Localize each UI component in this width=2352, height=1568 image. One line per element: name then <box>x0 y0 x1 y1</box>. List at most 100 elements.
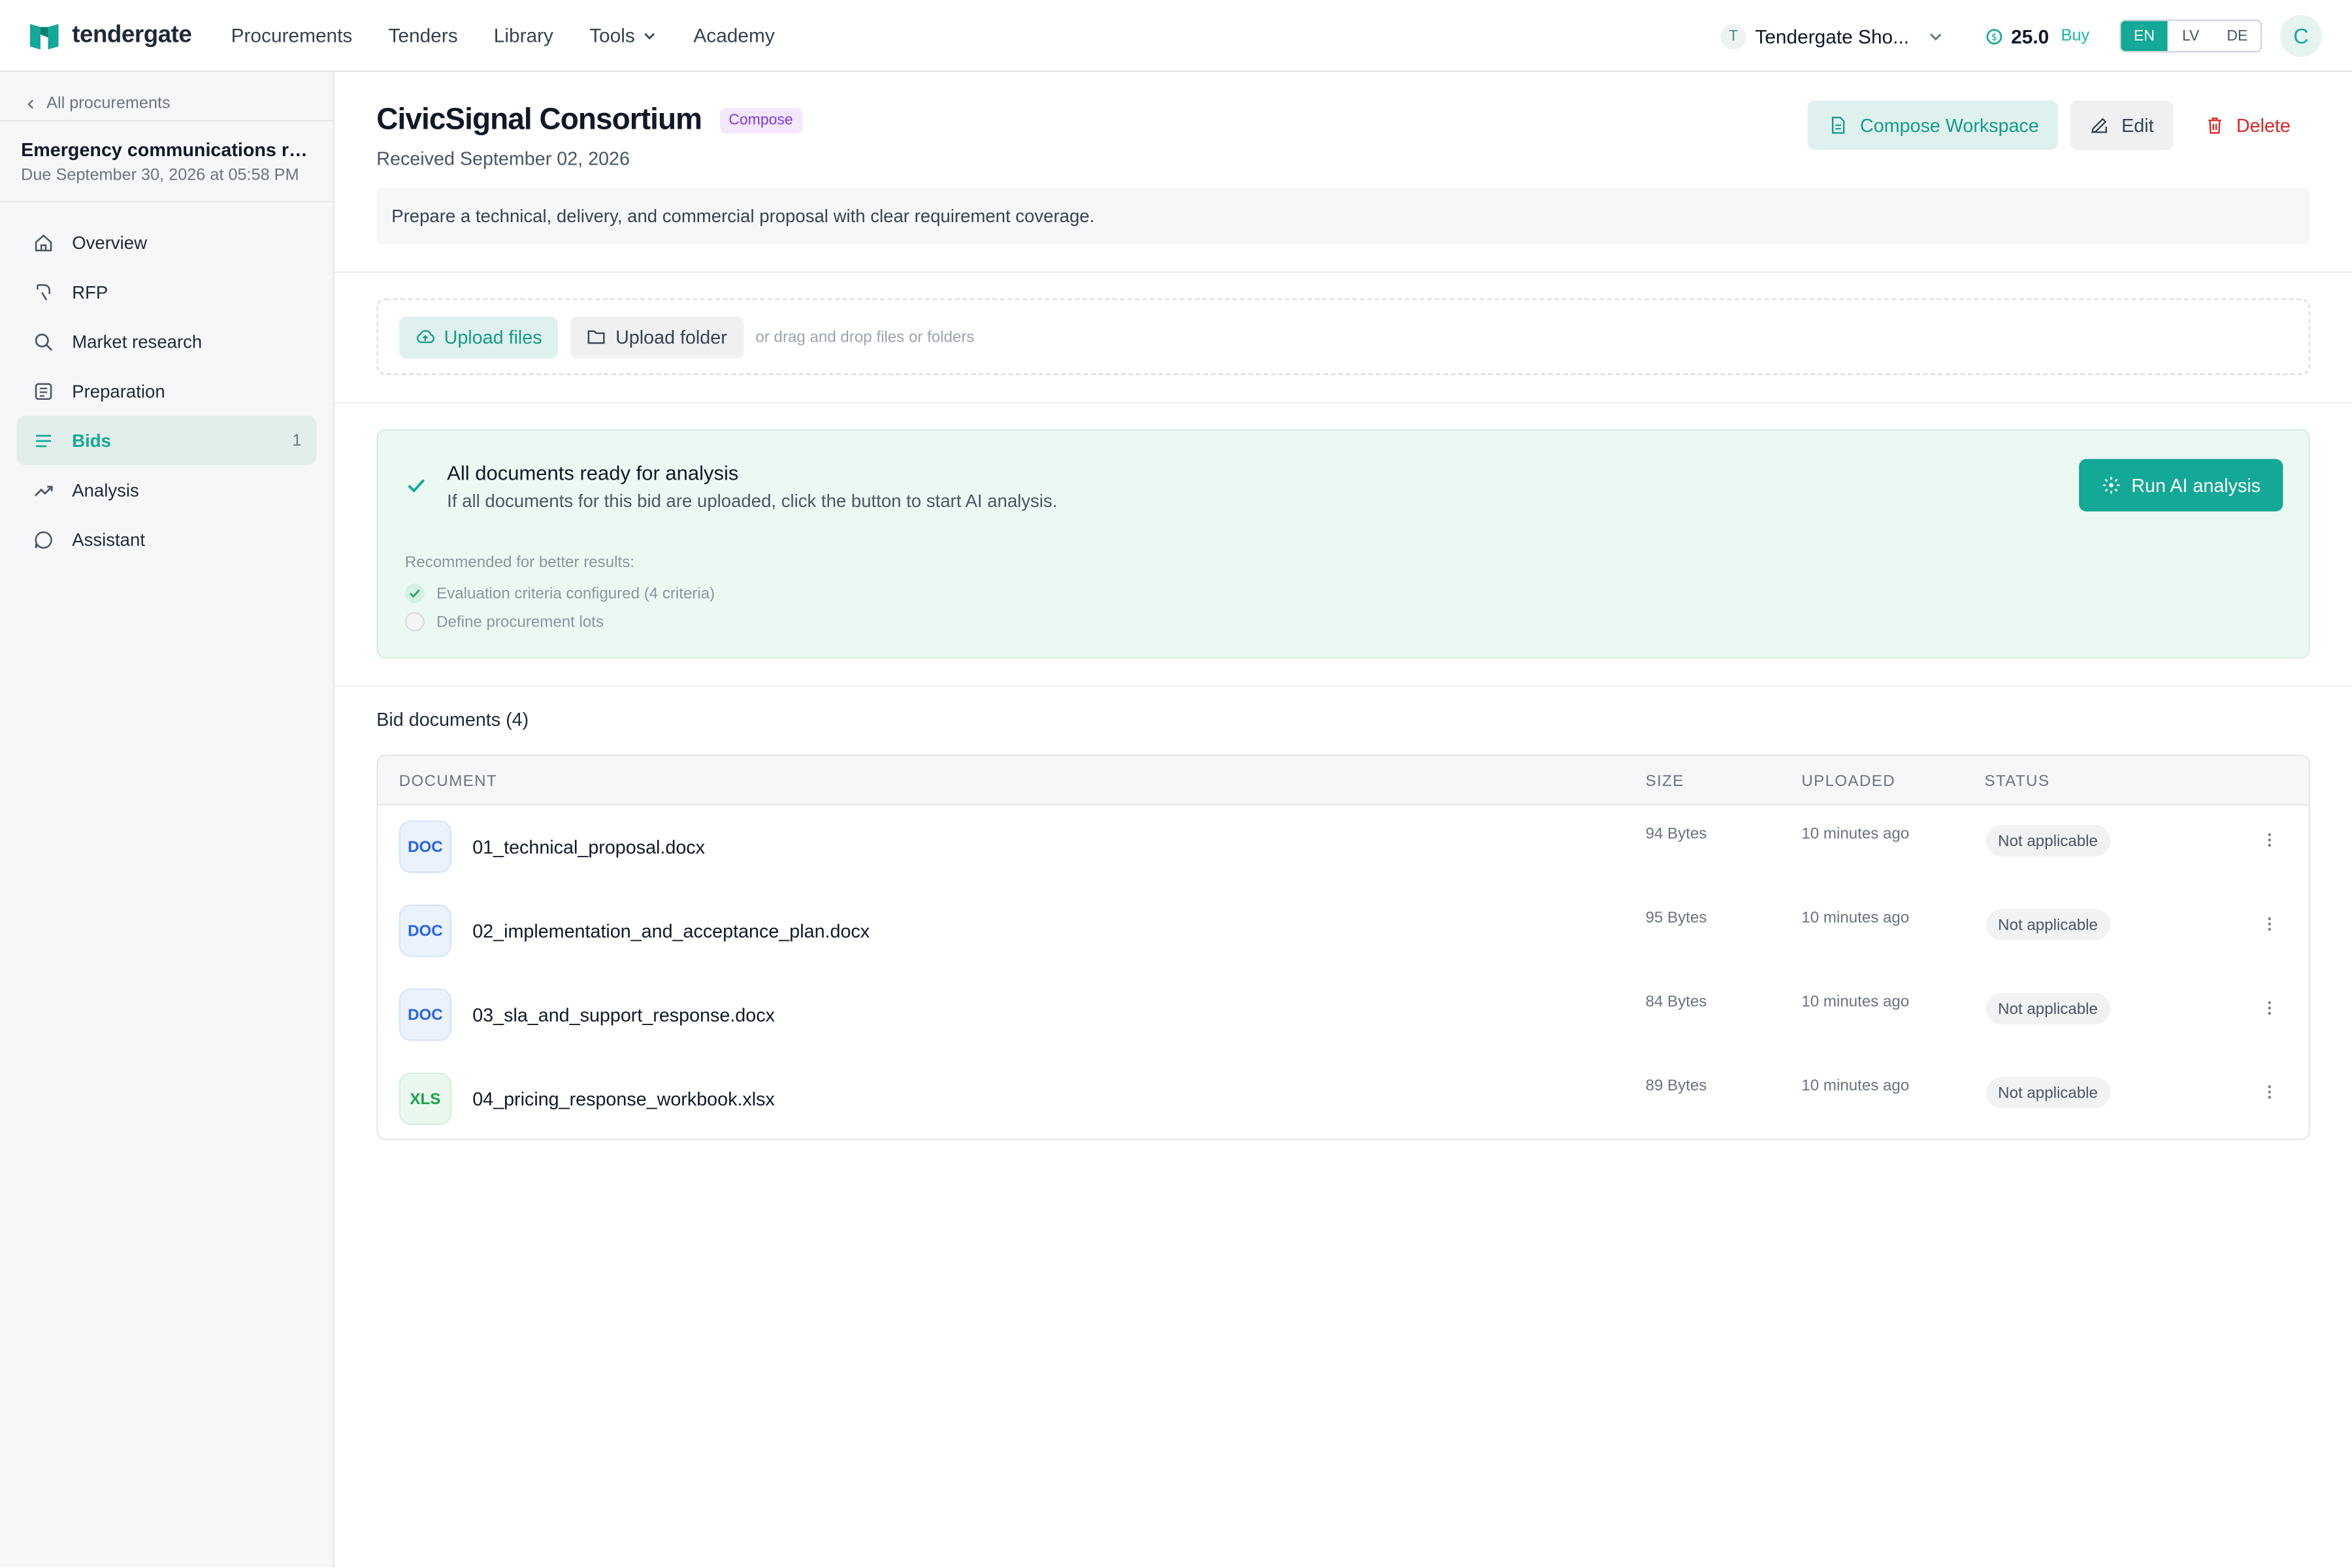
language-switcher: EN LV DE <box>2119 19 2262 53</box>
main-nav: Procurements Tenders Library Tools Acade… <box>231 24 811 46</box>
sidebar-item-bids[interactable]: Bids 1 <box>16 415 317 465</box>
chevron-down-icon <box>644 32 655 39</box>
file-size: 84 Bytes <box>1645 992 1707 1011</box>
sidebar-item-label: Assistant <box>72 529 145 550</box>
sidebar-item-rfp[interactable]: RFP <box>16 267 316 317</box>
nav-procurements[interactable]: Procurements <box>231 24 353 46</box>
check-circle-icon <box>404 583 425 603</box>
recommendation-label: Define procurement lots <box>436 612 604 631</box>
column-header-uploaded: UPLOADED <box>1801 772 1896 791</box>
table-row[interactable]: DOC 02_implementation_and_acceptance_pla… <box>378 889 2309 973</box>
file-size: 95 Bytes <box>1645 909 1707 927</box>
delete-button[interactable]: Delete <box>2185 101 2310 150</box>
trash-icon <box>2208 117 2221 134</box>
nav-library[interactable]: Library <box>494 24 553 46</box>
sidebar-item-label: Preparation <box>72 380 165 402</box>
procurement-summary: Emergency communications re... Due Septe… <box>0 122 333 203</box>
doc-file-icon: DOC <box>399 988 452 1041</box>
sidebar-item-assistant[interactable]: Assistant <box>16 515 316 564</box>
table-header: DOCUMENT SIZE UPLOADED STATUS <box>378 756 2309 806</box>
recommendation-item: Define procurement lots <box>404 612 604 632</box>
folder-icon <box>588 330 606 344</box>
nav-label: Tenders <box>388 24 458 47</box>
search-icon <box>35 333 53 350</box>
upload-folder-button[interactable]: Upload folder <box>570 316 744 358</box>
table-row[interactable]: DOC 03_sla_and_support_response.docx 84 … <box>378 973 2309 1058</box>
sidebar-item-market-research[interactable]: Market research <box>16 316 316 366</box>
sidebar: All procurements Emergency communication… <box>0 72 335 1568</box>
edit-button[interactable]: Edit <box>2070 100 2174 150</box>
top-bar: tendergate Procurements Tenders Library … <box>0 0 2352 73</box>
run-ai-analysis-label: Run AI analysis <box>2131 474 2261 496</box>
file-name[interactable]: 02_implementation_and_acceptance_plan.do… <box>472 921 870 942</box>
nav-label: Tools <box>589 24 635 47</box>
top-right-controls: T Tendergate Sho... $ 25.0 Buy EN LV DE … <box>1720 0 2352 72</box>
nav-tools[interactable]: Tools <box>589 24 657 46</box>
user-avatar[interactable]: C <box>2279 14 2323 57</box>
back-to-procurements[interactable]: All procurements <box>0 72 333 120</box>
uploaded-time: 10 minutes ago <box>1801 909 1910 927</box>
column-header-status: STATUS <box>1984 772 2050 791</box>
more-options-icon[interactable] <box>2261 831 2279 849</box>
compose-workspace-button[interactable]: Compose Workspace <box>1807 100 2059 150</box>
chat-icon <box>35 531 52 548</box>
sidebar-item-label: Analysis <box>72 479 139 500</box>
sidebar-item-overview[interactable]: Overview <box>16 218 316 267</box>
ready-title: All documents ready for analysis <box>447 462 739 485</box>
file-size: 94 Bytes <box>1645 825 1707 843</box>
logo[interactable]: tendergate <box>29 22 210 49</box>
lang-de[interactable]: DE <box>2214 21 2261 51</box>
nav-academy[interactable]: Academy <box>693 24 774 46</box>
org-switcher[interactable]: T Tendergate Sho... <box>1720 23 1944 49</box>
compose-workspace-label: Compose Workspace <box>1860 114 2039 136</box>
run-ai-analysis-button[interactable]: Run AI analysis <box>2079 459 2283 512</box>
recommendation-item: Evaluation criteria configured (4 criter… <box>404 583 715 603</box>
page-title: CivicSignal Consortium <box>376 103 702 137</box>
sidebar-item-label: RFP <box>72 281 108 302</box>
nav-label: Procurements <box>231 24 353 47</box>
trend-icon <box>34 485 53 496</box>
lang-en[interactable]: EN <box>2121 21 2168 52</box>
bids-count: 1 <box>292 431 302 449</box>
rfp-icon <box>37 283 51 300</box>
column-header-document: DOCUMENT <box>399 772 498 791</box>
logo-icon <box>29 23 59 49</box>
nav-label: Academy <box>693 24 775 47</box>
procurement-title: Emergency communications re... <box>21 139 312 161</box>
coin-icon: $ <box>1985 28 2002 44</box>
more-options-icon[interactable] <box>2261 915 2279 934</box>
table-row[interactable]: DOC 01_technical_proposal.docx 94 Bytes … <box>378 806 2309 890</box>
status-badge: Not applicable <box>1985 992 2110 1025</box>
file-size: 89 Bytes <box>1645 1077 1707 1096</box>
sidebar-item-analysis[interactable]: Analysis <box>16 465 316 515</box>
lang-lv[interactable]: LV <box>2168 21 2214 51</box>
doc-file-icon: DOC <box>399 820 452 874</box>
upload-folder-label: Upload folder <box>615 326 727 348</box>
sidebar-item-label: Overview <box>72 231 148 253</box>
file-name[interactable]: 04_pricing_response_workbook.xlsx <box>472 1089 775 1110</box>
delete-label: Delete <box>2236 114 2291 136</box>
chevron-down-icon <box>1929 33 1941 41</box>
bid-documents-title: Bid documents (4) <box>376 709 529 731</box>
pencil-icon <box>2091 118 2108 133</box>
sidebar-item-preparation[interactable]: Preparation <box>16 366 316 416</box>
file-name[interactable]: 01_technical_proposal.docx <box>472 837 705 858</box>
header-actions: Compose Workspace Edit Delete <box>1807 100 2310 150</box>
documents-table: DOCUMENT SIZE UPLOADED STATUS DOC 01_tec… <box>376 754 2310 1140</box>
nav-label: Library <box>493 24 554 47</box>
more-options-icon[interactable] <box>2261 1083 2279 1102</box>
compose-badge: Compose <box>719 108 802 134</box>
column-header-size: SIZE <box>1645 772 1684 791</box>
upload-dropzone[interactable]: Upload files Upload folder or drag and d… <box>376 298 2310 375</box>
sparkle-icon <box>2102 476 2120 494</box>
more-options-icon[interactable] <box>2261 999 2279 1017</box>
file-name[interactable]: 03_sla_and_support_response.docx <box>472 1005 775 1026</box>
upload-files-button[interactable]: Upload files <box>399 316 559 358</box>
buy-credits-link[interactable]: Buy <box>2061 27 2090 45</box>
table-row[interactable]: XLS 04_pricing_response_workbook.xlsx 89… <box>378 1058 2309 1139</box>
main-content: CivicSignal Consortium Compose Received … <box>334 72 2352 1567</box>
nav-tenders[interactable]: Tenders <box>388 24 457 46</box>
ready-subtitle: If all documents for this bid are upload… <box>447 490 1058 512</box>
chevron-left-icon <box>27 99 34 108</box>
procurement-due: Due September 30, 2026 at 05:58 PM <box>21 166 299 185</box>
